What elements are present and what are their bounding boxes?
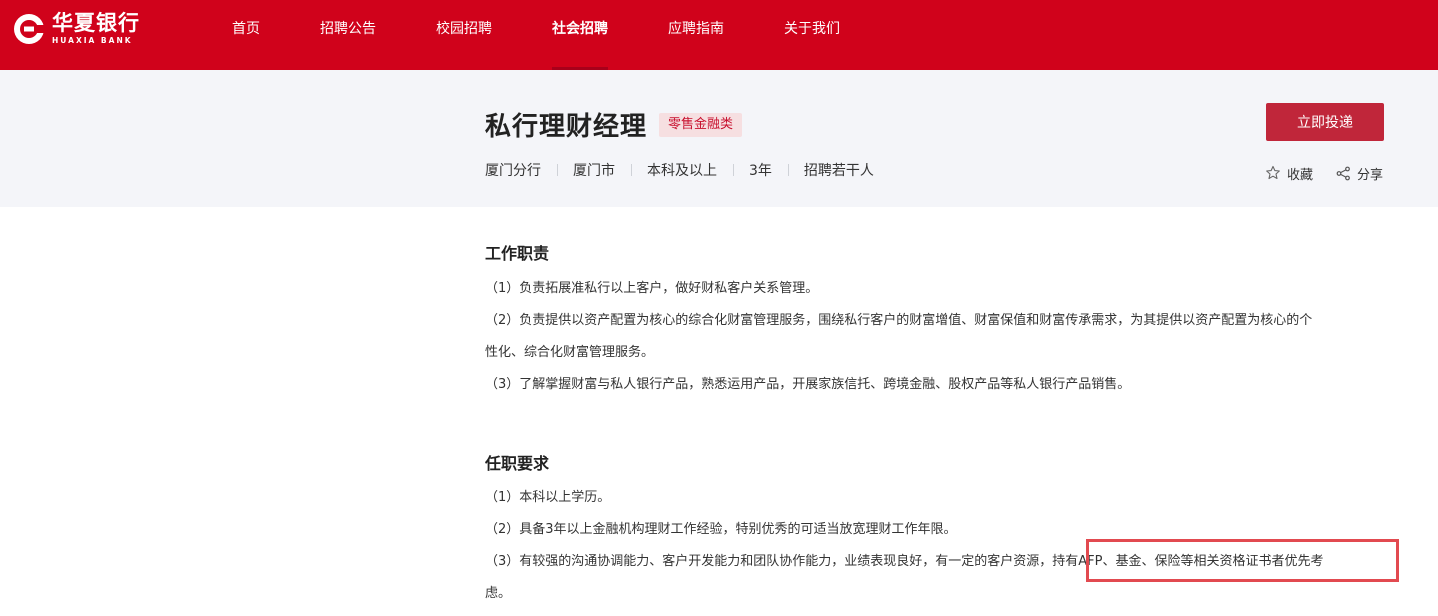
- share-icon: [1336, 166, 1350, 180]
- job-meta: 厦门分行 厦门市 本科及以上 3年 招聘若干人: [485, 160, 890, 180]
- requirement-line: （1）本科以上学历。: [485, 490, 611, 505]
- duty-line: （3）了解掌握财富与私人银行产品，熟悉运用产品，开展家族信托、跨境金融、股权产品…: [485, 377, 1131, 392]
- job-header: [0, 70, 1438, 207]
- job-education: 本科及以上: [631, 160, 733, 180]
- nav-campus-recruitment[interactable]: 校园招聘: [436, 0, 492, 70]
- bank-name-en: HUAXIA BANK: [52, 36, 133, 46]
- job-experience: 3年: [733, 160, 788, 180]
- requirements-heading: 任职要求: [485, 454, 550, 473]
- star-icon: [1266, 165, 1280, 180]
- top-navigation-bar: 华夏银行 HUAXIA BANK 首页 招聘公告 校园招聘 社会招聘 应聘指南 …: [0, 0, 1438, 70]
- apply-button[interactable]: 立即投递: [1266, 103, 1384, 141]
- requirement-line: （2）具备3年以上金融机构理财工作经验，特别优秀的可适当放宽理财工作年限。: [485, 522, 957, 537]
- duty-line: 性化、综合化财富管理服务。: [485, 345, 655, 360]
- huaxia-logo-icon: [14, 14, 45, 44]
- job-title: 私行理财经理: [485, 112, 648, 142]
- duty-line: （1）负责拓展准私行以上客户，做好财私客户关系管理。: [485, 281, 819, 296]
- job-branch: 厦门分行: [485, 163, 541, 179]
- nav-announcements[interactable]: 招聘公告: [320, 0, 376, 70]
- bank-logo[interactable]: 华夏银行 HUAXIA BANK: [12, 11, 140, 47]
- nav-about-us[interactable]: 关于我们: [784, 0, 840, 70]
- requirement-line: （3）有较强的沟通协调能力、客户开发能力和团队协作能力，业绩表现良好，有一定的客…: [485, 554, 1324, 569]
- bank-name-cn: 华夏银行: [52, 11, 140, 36]
- duties-heading: 工作职责: [485, 244, 550, 263]
- nav-application-guide[interactable]: 应聘指南: [668, 0, 724, 70]
- duty-line: （2）负责提供以资产配置为核心的综合化财富管理服务，围绕私行客户的财富增值、财富…: [485, 313, 1313, 328]
- share-button[interactable]: 分享: [1336, 163, 1383, 183]
- job-city: 厦门市: [557, 160, 631, 180]
- job-category-tag: 零售金融类: [659, 113, 743, 137]
- nav-social-recruitment[interactable]: 社会招聘: [552, 0, 608, 70]
- favorite-label: 收藏: [1287, 167, 1314, 183]
- nav-home[interactable]: 首页: [232, 0, 260, 70]
- requirement-line: 虑。: [485, 586, 512, 601]
- job-headcount: 招聘若干人: [787, 160, 890, 180]
- share-label: 分享: [1357, 167, 1384, 183]
- favorite-button[interactable]: 收藏: [1265, 163, 1313, 183]
